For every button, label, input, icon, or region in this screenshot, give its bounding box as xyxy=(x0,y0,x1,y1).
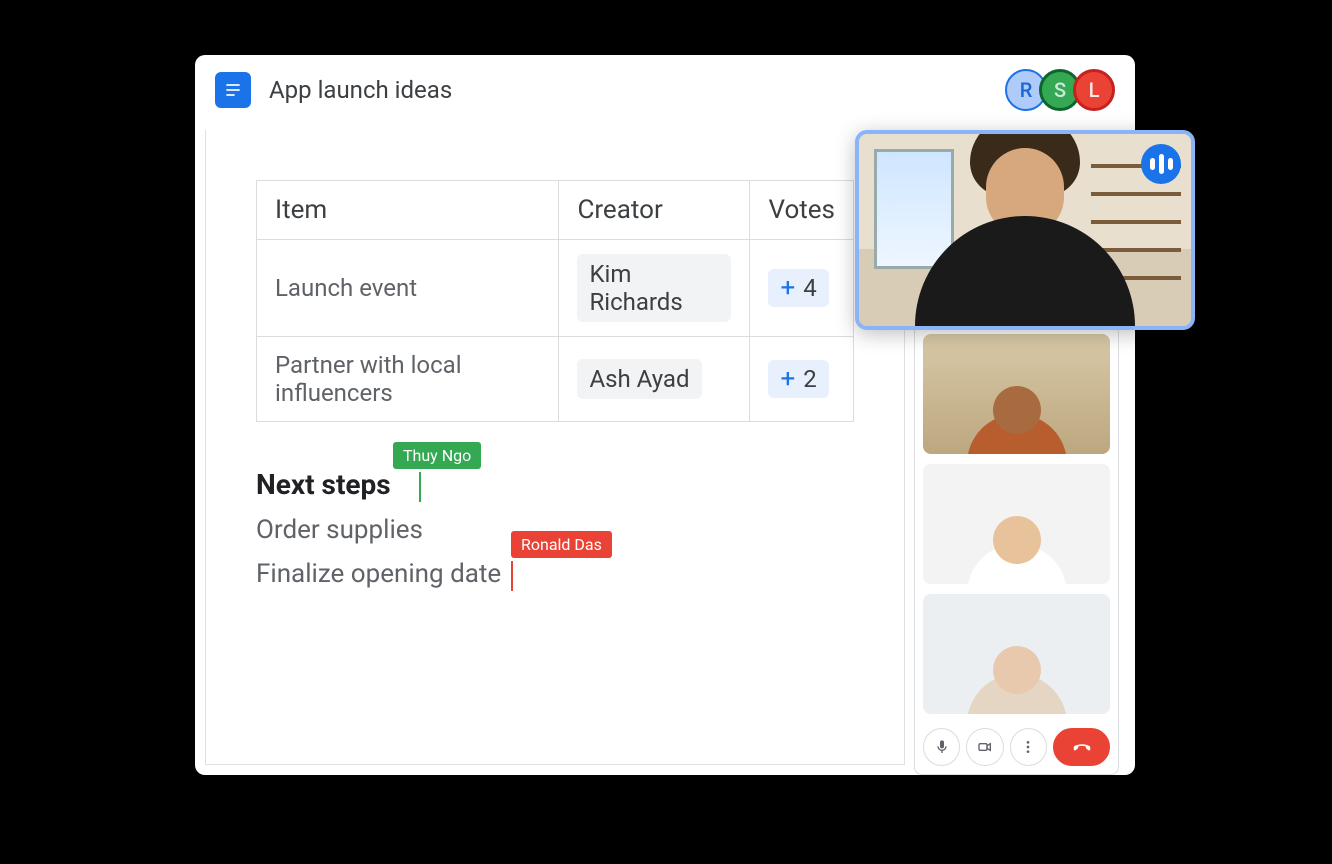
cell-votes[interactable]: +4 xyxy=(750,240,854,337)
document-body[interactable]: Item Creator Votes Launch event Kim Rich… xyxy=(205,130,905,765)
col-item: Item xyxy=(257,181,559,240)
cell-item[interactable]: Partner with local influencers xyxy=(257,337,559,422)
camera-icon xyxy=(977,739,993,755)
cell-votes[interactable]: +2 xyxy=(750,337,854,422)
table-row: Launch event Kim Richards +4 xyxy=(257,240,854,337)
room-window xyxy=(874,149,954,269)
creator-chip[interactable]: Kim Richards xyxy=(577,254,731,322)
more-vertical-icon xyxy=(1020,739,1036,755)
video-call-panel xyxy=(914,325,1119,775)
cell-creator[interactable]: Ash Ayad xyxy=(559,337,750,422)
header-bar: App launch ideas R S L xyxy=(195,55,1135,121)
table-row: Partner with local influencers Ash Ayad … xyxy=(257,337,854,422)
speaking-indicator-icon xyxy=(1141,144,1181,184)
video-thumbnail[interactable] xyxy=(923,594,1110,714)
vote-count: 2 xyxy=(803,365,817,393)
more-options-button[interactable] xyxy=(1010,728,1047,766)
mic-button[interactable] xyxy=(923,728,960,766)
col-creator: Creator xyxy=(559,181,750,240)
document-title[interactable]: App launch ideas xyxy=(269,76,1013,104)
docs-app-icon[interactable] xyxy=(215,72,251,108)
collab-cursor-label-green: Thuy Ngo xyxy=(393,442,481,469)
document-lines-icon xyxy=(223,80,243,100)
vote-chip[interactable]: +4 xyxy=(768,269,828,307)
video-thumbnail[interactable] xyxy=(923,464,1110,584)
mic-icon xyxy=(934,739,950,755)
hangup-button[interactable] xyxy=(1053,728,1110,766)
active-speaker-tile[interactable] xyxy=(855,130,1195,330)
vote-chip[interactable]: +2 xyxy=(768,360,828,398)
section-heading[interactable]: Next steps xyxy=(256,468,391,501)
collab-cursor-label-red: Ronald Das xyxy=(511,531,612,558)
ideas-table: Item Creator Votes Launch event Kim Rich… xyxy=(256,180,854,422)
camera-button[interactable] xyxy=(966,728,1003,766)
body-line[interactable]: Finalize opening date xyxy=(256,559,501,589)
body-line[interactable]: Order supplies xyxy=(256,515,423,545)
vote-count: 4 xyxy=(803,274,817,302)
collaborator-avatar-l[interactable]: L xyxy=(1073,69,1115,111)
collaborator-avatars: R S L xyxy=(1013,69,1115,111)
collab-cursor-red xyxy=(511,561,513,591)
phone-hangup-icon xyxy=(1071,736,1093,758)
cell-creator[interactable]: Kim Richards xyxy=(559,240,750,337)
cell-item[interactable]: Launch event xyxy=(257,240,559,337)
plus-icon: + xyxy=(780,273,795,303)
creator-chip[interactable]: Ash Ayad xyxy=(577,359,701,399)
col-votes: Votes xyxy=(750,181,854,240)
table-header-row: Item Creator Votes xyxy=(257,181,854,240)
call-controls xyxy=(923,724,1110,766)
collab-cursor-green xyxy=(419,472,421,502)
docs-window: App launch ideas R S L Item Creator Vote… xyxy=(195,55,1135,775)
video-thumbnail[interactable] xyxy=(923,334,1110,454)
plus-icon: + xyxy=(780,364,795,394)
